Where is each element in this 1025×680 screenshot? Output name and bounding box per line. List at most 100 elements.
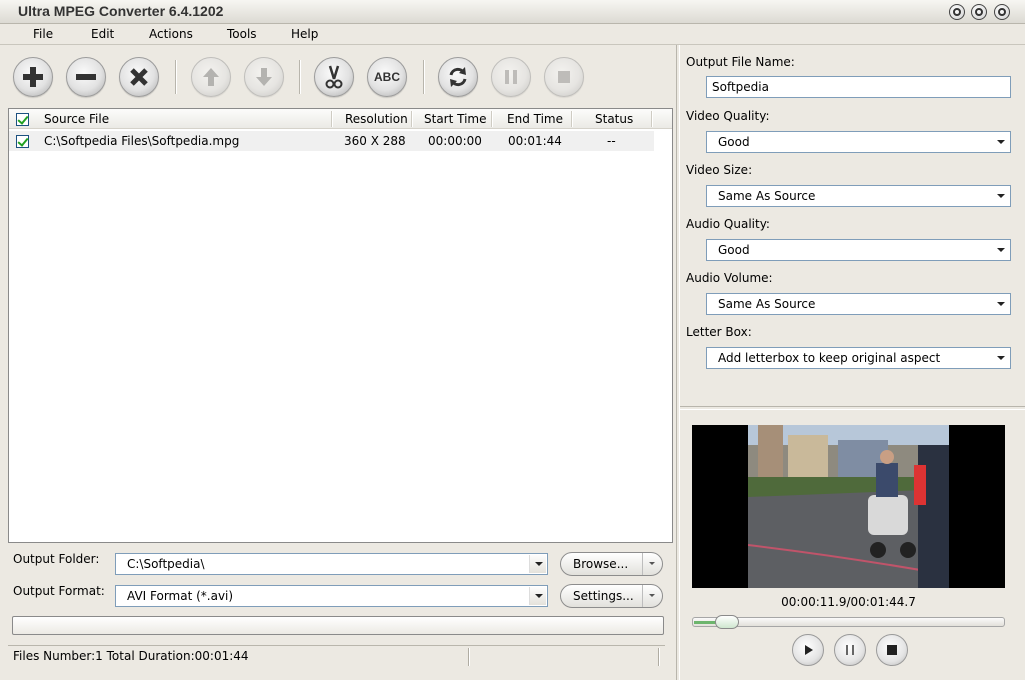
- arrow-up-icon: [203, 68, 219, 86]
- audio-quality-select[interactable]: Good: [706, 239, 1011, 261]
- refresh-icon: [449, 67, 467, 87]
- output-format-label: Output Format:: [13, 584, 105, 598]
- move-down-button[interactable]: [244, 57, 284, 97]
- menu-bar: File Edit Actions Tools Help: [0, 24, 1025, 44]
- window-title: Ultra MPEG Converter 6.4.1202: [18, 3, 224, 19]
- video-preview: [692, 425, 1005, 588]
- plus-icon: [23, 67, 43, 87]
- video-size-value: Same As Source: [718, 189, 816, 203]
- column-resolution[interactable]: Resolution: [345, 109, 408, 129]
- video-size-select[interactable]: Same As Source: [706, 185, 1011, 207]
- column-divider: [571, 111, 573, 127]
- x-icon: [130, 68, 148, 86]
- add-file-button[interactable]: [13, 57, 53, 97]
- seek-slider-thumb[interactable]: [715, 615, 739, 629]
- video-quality-select[interactable]: Good: [706, 131, 1011, 153]
- letter-box-label: Letter Box:: [686, 325, 752, 339]
- scissors-icon: [325, 65, 343, 89]
- chevron-down-icon[interactable]: [992, 295, 1009, 313]
- video-quality-label: Video Quality:: [686, 109, 770, 123]
- menu-actions[interactable]: Actions: [149, 27, 193, 41]
- letter-box-select[interactable]: Add letterbox to keep original aspect: [706, 347, 1011, 369]
- seek-slider[interactable]: [692, 615, 1005, 629]
- stop-icon: [558, 71, 570, 83]
- status-bar: Files Number:1 Total Duration:00:01:44: [8, 645, 665, 667]
- chevron-down-icon[interactable]: [529, 587, 546, 605]
- minus-icon: [76, 74, 96, 80]
- playback-time: 00:00:11.9/00:01:44.7: [781, 595, 916, 609]
- horizontal-splitter[interactable]: [680, 406, 1025, 410]
- pause-icon: [846, 645, 854, 655]
- chevron-down-icon[interactable]: [992, 133, 1009, 151]
- rename-button[interactable]: ABC: [367, 57, 407, 97]
- play-icon: [805, 645, 813, 655]
- file-list[interactable]: Source File Resolution Start Time End Ti…: [8, 108, 673, 543]
- vertical-splitter[interactable]: [676, 45, 680, 680]
- stop-icon: [887, 645, 897, 655]
- column-divider: [411, 111, 413, 127]
- column-divider: [331, 111, 333, 127]
- play-button[interactable]: [792, 634, 824, 666]
- chevron-down-icon[interactable]: [992, 187, 1009, 205]
- status-separator: [468, 648, 470, 666]
- clear-list-button[interactable]: [119, 57, 159, 97]
- settings-button[interactable]: Settings...: [560, 584, 663, 608]
- output-format-combo[interactable]: AVI Format (*.avi): [115, 585, 548, 607]
- column-start-time[interactable]: Start Time: [424, 109, 487, 129]
- menu-tools[interactable]: Tools: [227, 27, 257, 41]
- output-folder-label: Output Folder:: [13, 552, 100, 566]
- video-frame-image: [748, 425, 949, 588]
- cell-start-time: 00:00:00: [428, 134, 482, 148]
- title-bar: Ultra MPEG Converter 6.4.1202: [0, 0, 1025, 24]
- close-button[interactable]: [994, 4, 1010, 20]
- chevron-down-icon[interactable]: [992, 349, 1009, 367]
- output-file-name-input[interactable]: Softpedia: [706, 76, 1011, 98]
- select-all-checkbox[interactable]: [16, 113, 29, 126]
- remove-file-button[interactable]: [66, 57, 106, 97]
- minimize-button[interactable]: [949, 4, 965, 20]
- audio-volume-value: Same As Source: [718, 297, 816, 311]
- list-header: Source File Resolution Start Time End Ti…: [9, 109, 672, 129]
- column-end-time[interactable]: End Time: [507, 109, 563, 129]
- video-quality-value: Good: [718, 135, 750, 149]
- move-up-button[interactable]: [191, 57, 231, 97]
- arrow-down-icon: [256, 68, 272, 86]
- conversion-progress-bar: [12, 616, 664, 635]
- preview-pause-button[interactable]: [834, 634, 866, 666]
- audio-volume-select[interactable]: Same As Source: [706, 293, 1011, 315]
- chevron-down-icon[interactable]: [642, 553, 662, 575]
- output-folder-combo[interactable]: C:\Softpedia\: [115, 553, 548, 575]
- chevron-down-icon[interactable]: [529, 555, 546, 573]
- cell-source-file: C:\Softpedia Files\Softpedia.mpg: [44, 134, 240, 148]
- output-folder-value: C:\Softpedia\: [127, 557, 205, 571]
- letter-box-value: Add letterbox to keep original aspect: [718, 351, 941, 365]
- trim-button[interactable]: [314, 57, 354, 97]
- toolbar-separator: [175, 60, 177, 94]
- convert-button[interactable]: [438, 57, 478, 97]
- stop-button[interactable]: [544, 57, 584, 97]
- video-size-label: Video Size:: [686, 163, 753, 177]
- abc-icon: ABC: [374, 70, 400, 84]
- chevron-down-icon[interactable]: [992, 241, 1009, 259]
- toolbar-separator: [423, 60, 425, 94]
- chevron-down-icon[interactable]: [642, 585, 662, 607]
- menu-help[interactable]: Help: [291, 27, 318, 41]
- maximize-button[interactable]: [971, 4, 987, 20]
- preview-stop-button[interactable]: [876, 634, 908, 666]
- column-status[interactable]: Status: [595, 109, 633, 129]
- audio-quality-value: Good: [718, 243, 750, 257]
- pause-button[interactable]: [491, 57, 531, 97]
- menu-edit[interactable]: Edit: [91, 27, 114, 41]
- toolbar-separator: [299, 60, 301, 94]
- table-row[interactable]: C:\Softpedia Files\Softpedia.mpg 360 X 2…: [9, 131, 654, 151]
- menu-file[interactable]: File: [33, 27, 53, 41]
- column-source-file[interactable]: Source File: [44, 109, 109, 129]
- browse-button[interactable]: Browse...: [560, 552, 663, 576]
- status-separator: [658, 648, 660, 666]
- row-checkbox[interactable]: [16, 135, 29, 148]
- audio-quality-label: Audio Quality:: [686, 217, 770, 231]
- output-format-value: AVI Format (*.avi): [127, 589, 234, 603]
- status-text: Files Number:1 Total Duration:00:01:44: [13, 649, 249, 663]
- cell-status: --: [607, 134, 616, 148]
- cell-end-time: 00:01:44: [508, 134, 562, 148]
